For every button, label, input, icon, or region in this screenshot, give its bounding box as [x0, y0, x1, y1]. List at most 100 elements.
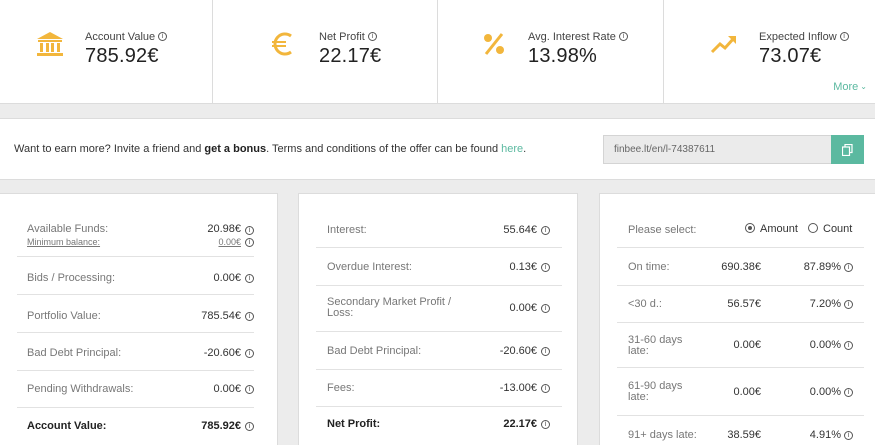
balance-row: Portfolio Value: 785.54€ i	[17, 295, 254, 333]
info-icon[interactable]: i	[245, 226, 254, 235]
stat-value: 13.98%	[528, 45, 598, 67]
portfolio-row: On time: 690.38€ 87.89% i	[617, 248, 864, 286]
minimum-balance-value: 0.00€	[218, 237, 241, 247]
info-icon[interactable]: i	[245, 385, 254, 394]
bank-icon	[37, 32, 63, 56]
row-label: Interest:	[327, 224, 367, 236]
referral-text: Want to earn more? Invite a friend and g…	[14, 143, 527, 155]
info-icon[interactable]: i	[541, 384, 550, 393]
row-percent: 7.20%	[809, 298, 841, 310]
balance-card: Available Funds: 20.98€ i Minimum balanc…	[0, 193, 278, 445]
profit-row: Bad Debt Principal: -20.60€ i	[316, 332, 562, 370]
balance-row: Bids / Processing: 0.00€ i	[17, 257, 254, 295]
row-value: -13.00€	[499, 382, 537, 394]
portfolio-row: 31-60 days late: 0.00€ 0.00% i	[617, 323, 864, 368]
row-label: Bad Debt Principal:	[327, 345, 422, 357]
balance-row: Pending Withdrawals: 0.00€ i	[17, 371, 254, 408]
row-value: 785.92€	[201, 420, 241, 432]
available-funds-row: Available Funds: 20.98€ i Minimum balanc…	[17, 212, 254, 257]
info-icon[interactable]: i	[245, 422, 254, 431]
balance-row: Bad Debt Principal: -20.60€ i	[17, 333, 254, 371]
row-label: Fees:	[327, 382, 355, 394]
row-label: On time:	[628, 261, 670, 273]
trend-up-icon	[710, 36, 736, 54]
row-value: 0.13€	[509, 261, 537, 273]
info-icon[interactable]: i	[541, 347, 550, 356]
row-value: 785.54€	[201, 310, 241, 322]
row-percent: 0.00%	[809, 339, 841, 351]
portfolio-row: 61-90 days late: 0.00€ 0.00% i	[617, 368, 864, 416]
row-amount: 56.57€	[727, 298, 761, 310]
minimum-balance-link[interactable]: Minimum balance:	[27, 237, 100, 247]
info-icon[interactable]: i	[541, 226, 550, 235]
stat-account-value: Account Value i 785.92€	[0, 0, 213, 104]
row-amount: 38.59€	[727, 429, 761, 441]
stat-label: Avg. Interest Rate i	[528, 31, 628, 43]
row-label: Available Funds:	[27, 223, 109, 235]
row-value: 55.64€	[503, 224, 537, 236]
row-label: Pending Withdrawals:	[27, 383, 134, 395]
info-icon[interactable]: i	[245, 312, 254, 321]
more-link[interactable]: More ⌄	[833, 81, 867, 93]
profit-row: Secondary Market Profit / Loss: 0.00€ i	[316, 286, 562, 332]
portfolio-row: <30 d.: 56.57€ 7.20% i	[617, 286, 864, 323]
row-label: Overdue Interest:	[327, 261, 412, 273]
stat-value: 22.17€	[319, 45, 382, 67]
row-value: 22.17€	[503, 418, 537, 430]
copy-button[interactable]	[831, 135, 864, 164]
info-icon[interactable]: i	[839, 32, 849, 41]
info-icon[interactable]: i	[158, 32, 168, 41]
stat-expected-inflow: Expected Inflow i 73.07€ More ⌄	[664, 0, 875, 104]
radio-selected-icon	[745, 223, 755, 233]
info-icon[interactable]: i	[245, 349, 254, 358]
euro-icon	[272, 32, 292, 56]
info-icon[interactable]: i	[245, 274, 254, 283]
stat-interest-rate: Avg. Interest Rate i 13.98%	[438, 0, 664, 104]
row-percent: 87.89%	[803, 261, 841, 273]
stat-value: 73.07€	[759, 45, 822, 67]
stats-bar: Account Value i 785.92€ Net Profit i 22.17…	[0, 0, 875, 104]
info-icon[interactable]: i	[367, 32, 377, 41]
info-icon[interactable]: i	[844, 300, 853, 309]
row-value: 0.00€	[509, 302, 537, 314]
stat-label: Expected Inflow i	[759, 31, 849, 43]
stat-label: Account Value i	[85, 31, 168, 43]
copy-icon	[842, 143, 853, 156]
terms-link[interactable]: here	[501, 143, 523, 155]
row-percent: 4.91%	[809, 429, 841, 441]
row-value: 20.98€	[207, 223, 241, 235]
info-icon[interactable]: i	[844, 263, 853, 272]
radio-amount[interactable]: Amount	[745, 223, 798, 235]
row-label: Account Value:	[27, 420, 107, 432]
portfolio-status-card: Please select: Amount Count On time: 690…	[599, 193, 875, 445]
row-label: <30 d.:	[628, 298, 662, 310]
info-icon[interactable]: i	[844, 341, 853, 350]
info-icon[interactable]: i	[618, 32, 628, 41]
info-icon[interactable]: i	[245, 238, 254, 247]
row-label-cont: Loss:	[327, 307, 354, 319]
info-icon[interactable]: i	[541, 263, 550, 272]
profit-row: Fees: -13.00€ i	[316, 370, 562, 407]
info-icon[interactable]: i	[844, 388, 853, 397]
info-icon[interactable]: i	[541, 420, 550, 429]
net-profit-total-row: Net Profit: 22.17€ i	[316, 407, 562, 443]
referral-link-field[interactable]: finbee.lt/en/l-74387611	[603, 135, 831, 164]
row-label: Portfolio Value:	[27, 310, 101, 322]
info-icon[interactable]: i	[541, 304, 550, 313]
row-percent: 0.00%	[809, 386, 841, 398]
account-value-total-row: Account Value: 785.92€ i	[17, 408, 254, 444]
row-label: Net Profit:	[327, 418, 381, 430]
percent-icon	[484, 33, 504, 55]
select-row: Please select: Amount Count	[617, 212, 864, 248]
profit-row: Interest: 55.64€ i	[316, 212, 562, 248]
radio-count[interactable]: Count	[808, 223, 852, 235]
stat-net-profit: Net Profit i 22.17€	[213, 0, 438, 104]
stat-label: Net Profit i	[319, 31, 377, 43]
row-label-cont: late:	[628, 391, 649, 403]
stat-value: 785.92€	[85, 45, 159, 67]
profit-card: Interest: 55.64€ i Overdue Interest: 0.1…	[298, 193, 578, 445]
row-value: 0.00€	[213, 272, 241, 284]
radio-unselected-icon	[808, 223, 818, 233]
row-value: -20.60€	[499, 345, 537, 357]
info-icon[interactable]: i	[844, 431, 853, 440]
